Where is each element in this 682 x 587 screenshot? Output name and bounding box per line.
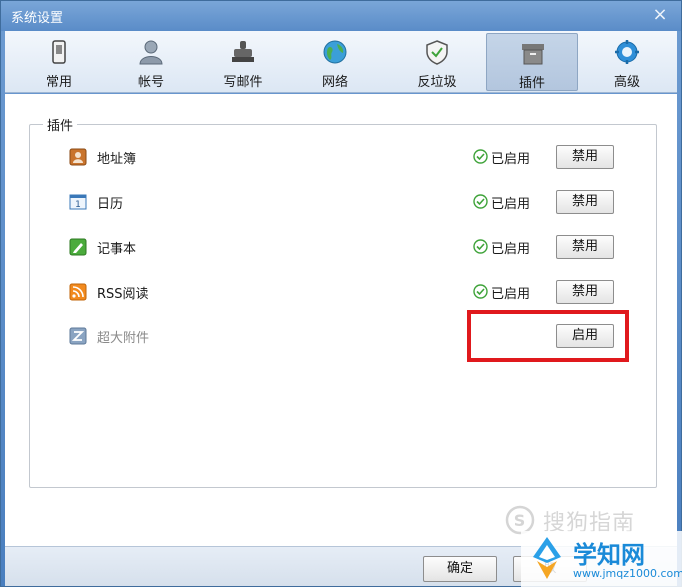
phone-icon [52,40,66,64]
settings-window: 系统设置 × 常用 帐号 写邮件 网络 反垃圾 插件 高级 插件 地址簿 已启用… [0,0,682,587]
gear-icon [615,40,639,64]
check-circle-icon [473,149,488,164]
check-circle-icon [473,239,488,254]
notepad-icon [69,238,87,256]
site-watermark-name: 学知网 [573,541,645,569]
user-icon [139,40,163,65]
disable-button[interactable]: 禁用 [556,280,614,304]
plugin-row-rss: RSS阅读 已启用 禁用 [5,277,677,307]
disable-button[interactable]: 禁用 [556,235,614,259]
highlight-box [467,310,629,362]
ok-button[interactable]: 确定 [423,556,497,582]
tab-label: 帐号 [137,75,164,90]
status-text: 已启用 [491,197,531,212]
stamp-icon [232,41,254,62]
plugin-name: 超大附件 [97,331,150,346]
svg-text:S: S [514,511,527,530]
check-circle-icon [473,284,488,299]
site-watermark: 学知网 www.jmqz1000.com [521,531,682,587]
box-icon [522,44,544,65]
window-title: 系统设置 [11,11,64,26]
plugin-name: 记事本 [97,242,137,257]
tab-label: 反垃圾 [417,75,457,90]
plugin-name: RSS阅读 [97,287,149,302]
address-book-icon [69,148,87,166]
calendar-icon: 1 [69,194,87,210]
status-text: 已启用 [491,242,531,257]
status-text: 已启用 [491,152,531,167]
tab-label: 写邮件 [223,75,263,90]
settings-toolbar: 常用 帐号 写邮件 网络 反垃圾 插件 高级 [5,31,677,93]
tab-plugins[interactable]: 插件 [486,33,578,91]
plugin-row-calendar: 1 日历 已启用 禁用 [5,187,677,217]
tab-general[interactable]: 常用 [13,33,105,91]
group-title: 插件 [43,115,78,134]
plugin-name: 地址簿 [97,152,137,167]
shield-icon [426,40,448,65]
tab-antispam[interactable]: 反垃圾 [391,33,483,91]
tab-compose[interactable]: 写邮件 [197,33,289,91]
check-circle-icon [473,194,488,209]
globe-icon [323,40,347,64]
tab-advanced[interactable]: 高级 [581,33,673,91]
site-logo-icon [533,537,561,579]
tab-label: 插件 [518,76,545,91]
plugin-row-notepad: 记事本 已启用 禁用 [5,232,677,262]
tab-label: 常用 [45,75,72,90]
tab-label: 高级 [613,75,640,90]
plugins-panel: 插件 地址簿 已启用 禁用 1 日历 已启用 禁用 记事本 已启用 禁用 RSS… [5,94,677,546]
title-bar[interactable]: 系统设置 × [1,1,681,31]
plugin-name: 日历 [97,197,124,212]
svg-text:1: 1 [75,200,81,210]
plugin-row-address-book: 地址簿 已启用 禁用 [5,142,677,172]
close-button[interactable]: × [651,5,669,25]
site-watermark-url: www.jmqz1000.com [573,567,682,580]
disable-button[interactable]: 禁用 [556,190,614,214]
disable-button[interactable]: 禁用 [556,145,614,169]
status-text: 已启用 [491,287,531,302]
tab-account[interactable]: 帐号 [105,33,197,91]
tab-label: 网络 [321,75,348,90]
tab-network[interactable]: 网络 [289,33,381,91]
rss-icon [69,283,87,301]
attachment-icon [69,327,87,345]
